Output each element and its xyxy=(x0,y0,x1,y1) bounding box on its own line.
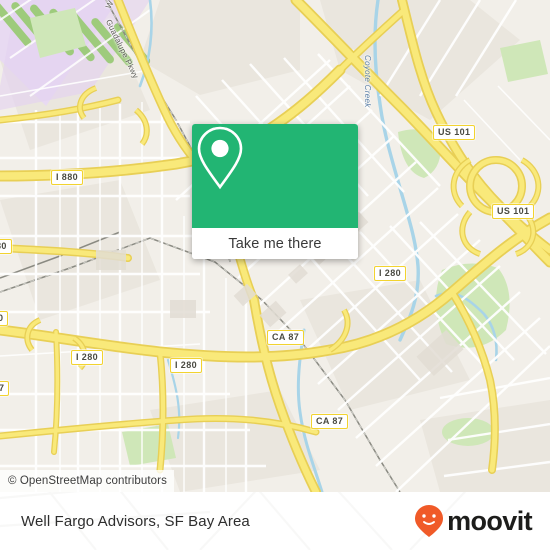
attribution-text: © OpenStreetMap contributors xyxy=(8,475,167,487)
popup-card-image-area xyxy=(192,124,358,228)
highway-shield-ca-87-north: CA 87 xyxy=(267,330,305,345)
highway-shield-us-101-north: US 101 xyxy=(433,125,476,140)
highway-shield-i-280-center: I 280 xyxy=(170,358,203,373)
highway-shield-us-101-east: US 101 xyxy=(492,204,535,219)
popup-card-action-bar[interactable]: Take me there xyxy=(192,228,358,259)
highway-shield-edge-87: 7 xyxy=(0,381,10,396)
footer-bar: Well Fargo Advisors, SF Bay Area moovit xyxy=(0,492,550,550)
highway-shield-edge-880: 80 xyxy=(0,239,12,254)
water-label-coyote-creek: Coyote Creek xyxy=(363,55,372,108)
map-pin-icon xyxy=(197,126,243,190)
moovit-logo[interactable]: moovit xyxy=(414,504,533,538)
highway-shield-edge-280: 0 xyxy=(0,311,9,326)
highway-shield-i-880: I 880 xyxy=(51,170,84,185)
moovit-wordmark: moovit xyxy=(447,505,533,536)
highway-shield-ca-87-south: CA 87 xyxy=(311,414,349,429)
location-popup-card[interactable]: Take me there xyxy=(192,124,358,259)
moovit-pin-icon xyxy=(415,505,444,537)
take-me-there-label[interactable]: Take me there xyxy=(228,236,321,252)
map-canvas[interactable]: W Taylor Street Guadalupe Pkwy Coyote Cr… xyxy=(0,0,550,492)
map-page: W Taylor Street Guadalupe Pkwy Coyote Cr… xyxy=(0,0,550,550)
openstreetmap-attribution[interactable]: © OpenStreetMap contributors xyxy=(0,470,174,492)
highway-shield-i-280-west: I 280 xyxy=(71,350,104,365)
page-title: Well Fargo Advisors, SF Bay Area xyxy=(21,512,250,530)
highway-shield-i-280-east: I 280 xyxy=(374,266,407,281)
